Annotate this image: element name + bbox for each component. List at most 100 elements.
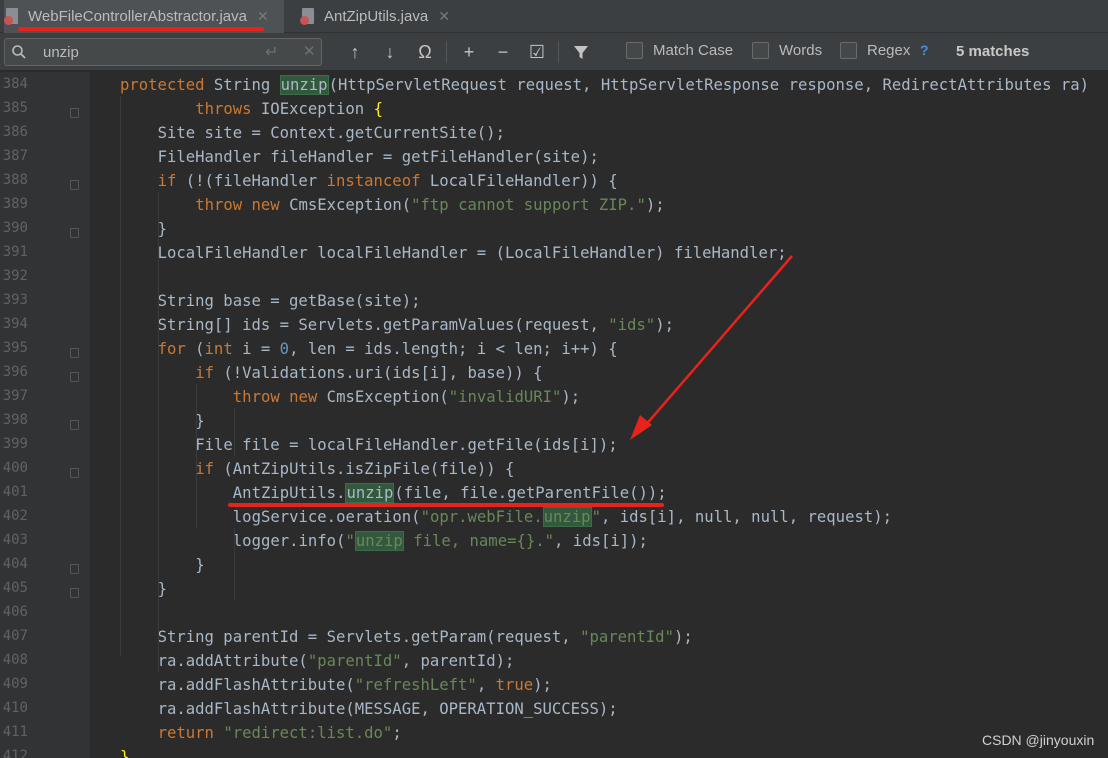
code-token: ); — [645, 196, 665, 214]
code-line: logger.info("unzip file, name={}.", ids[… — [233, 531, 648, 551]
code-token: ); — [533, 676, 552, 694]
fold-marker-icon[interactable] — [70, 348, 79, 358]
fold-marker-icon[interactable] — [70, 420, 79, 430]
code-token: "refreshLeft" — [354, 676, 477, 694]
code-token: (!Validations.uri(ids[i], base)) { — [213, 364, 543, 382]
regex-help-link[interactable]: ? — [920, 42, 929, 58]
remove-selection-icon[interactable]: − — [490, 39, 516, 65]
code-token: , — [476, 676, 496, 694]
line-number: 397 — [2, 388, 28, 404]
fold-marker-icon[interactable] — [70, 180, 79, 190]
select-all-occurrences-icon[interactable]: Ω — [412, 39, 438, 65]
line-number: 401 — [2, 484, 28, 500]
filter-icon[interactable] — [568, 39, 594, 65]
java-file-icon — [4, 7, 20, 26]
code-token: "parentId" — [307, 652, 402, 670]
indent-guide — [234, 408, 235, 456]
code-token: protected String — [120, 76, 280, 94]
close-tab-icon[interactable]: ✕ — [257, 8, 269, 25]
code-token: "ids" — [608, 316, 656, 334]
line-number: 399 — [2, 436, 28, 452]
fold-marker-icon[interactable] — [70, 228, 79, 238]
line-number: 391 — [2, 244, 28, 260]
line-number: 406 — [2, 604, 28, 620]
previous-occurrence-icon[interactable]: ↑ — [342, 39, 368, 65]
tab-label: AntZipUtils.java — [324, 8, 429, 25]
code-line: Site site = Context.getCurrentSite(); — [158, 124, 505, 142]
fold-marker-icon[interactable] — [70, 564, 79, 574]
regex-checkbox[interactable]: Regex — [840, 42, 910, 59]
code-line: ra.addFlashAttribute("refreshLeft", true… — [158, 676, 552, 694]
code-line: AntZipUtils.unzip(file, file.getParentFi… — [233, 483, 667, 503]
match-case-label: Match Case — [653, 42, 734, 59]
code-line: FileHandler fileHandler = getFileHandler… — [158, 148, 599, 166]
toolbar-divider — [558, 41, 559, 63]
java-file-icon — [300, 7, 316, 26]
code-token: if — [195, 460, 214, 478]
code-line: } — [158, 220, 167, 238]
fold-marker-icon[interactable] — [70, 468, 79, 478]
code-token: throw new — [232, 388, 318, 406]
code-token: "ftp cannot support ZIP." — [411, 196, 646, 214]
close-tab-icon[interactable]: ✕ — [438, 8, 450, 25]
code-token: String parentId = Servlets.getParam(requ… — [157, 628, 581, 646]
add-selection-icon[interactable]: + — [456, 39, 482, 65]
code-line: if (AntZipUtils.isZipFile(file)) { — [195, 460, 514, 478]
line-number-gutter: 384 385 386 387 388 389 390 391 392 393 394 395 396 3… — [0, 72, 90, 758]
search-input[interactable] — [43, 42, 243, 62]
code-editor[interactable]: 384 385 386 387 388 389 390 391 392 393 394 395 396 3… — [0, 72, 1108, 758]
select-all-icon[interactable]: ☑ — [524, 39, 550, 65]
code-token: (HttpServletRequest request, HttpServlet… — [328, 76, 1090, 94]
code-line: } — [158, 580, 167, 598]
line-number: 402 — [2, 508, 28, 524]
code-token: CmsException( — [317, 388, 449, 406]
line-number: 411 — [2, 724, 28, 740]
line-number: 385 — [2, 100, 28, 116]
code-token: } — [157, 580, 167, 598]
code-token: int — [204, 340, 233, 358]
code-token: ); — [655, 316, 674, 334]
search-icon[interactable] — [11, 44, 27, 60]
line-number: 384 — [2, 76, 28, 92]
line-number: 389 — [2, 196, 28, 212]
code-line: if (!(fileHandler instanceof LocalFileHa… — [158, 172, 618, 190]
code-token: if — [157, 172, 177, 190]
code-token: ( — [185, 340, 205, 358]
line-number: 395 — [2, 340, 28, 356]
toolbar-divider — [446, 41, 447, 63]
line-number: 387 — [2, 148, 28, 164]
tab-antziputils[interactable]: AntZipUtils.java ✕ — [300, 0, 470, 33]
code-line: return "redirect:list.do"; — [158, 724, 402, 742]
match-case-checkbox[interactable]: Match Case — [626, 42, 733, 59]
indent-guide — [234, 528, 235, 600]
words-label: Words — [779, 42, 823, 59]
indent-guide — [120, 96, 121, 656]
find-bar: ↵ ✕ ↑ ↓ Ω + − ☑ Match Case Words Regex ?… — [0, 33, 1108, 71]
line-number: 390 — [2, 220, 28, 236]
code-line: ra.addAttribute("parentId", parentId); — [158, 652, 515, 670]
line-number: 407 — [2, 628, 28, 644]
code-token: { — [373, 100, 383, 118]
line-number: 412 — [2, 748, 28, 758]
fold-marker-icon[interactable] — [70, 372, 79, 382]
code-line: ra.addFlashAttribute(MESSAGE, OPERATION_… — [158, 700, 618, 718]
clear-search-icon[interactable]: ✕ — [303, 42, 316, 60]
code-token: ); — [561, 388, 581, 406]
code-token: } — [120, 748, 130, 758]
code-token: file, name={}." — [403, 532, 555, 550]
line-number: 394 — [2, 316, 28, 332]
fold-marker-icon[interactable] — [70, 108, 79, 118]
code-token: , parentId); — [401, 652, 515, 670]
red-annotation-underline — [228, 503, 664, 507]
code-token: } — [195, 556, 205, 574]
fold-marker-icon[interactable] — [70, 588, 79, 598]
new-line-icon[interactable]: ↵ — [265, 42, 278, 62]
code-token: LocalFileHandler localFileHandler = (Loc… — [157, 244, 787, 262]
next-occurrence-icon[interactable]: ↓ — [377, 39, 403, 65]
code-line: throws IOException { — [195, 100, 383, 118]
code-token: " — [345, 532, 355, 550]
red-annotation-underline — [18, 27, 264, 31]
code-token: logService.oeration( — [232, 508, 421, 526]
words-checkbox[interactable]: Words — [752, 42, 822, 59]
